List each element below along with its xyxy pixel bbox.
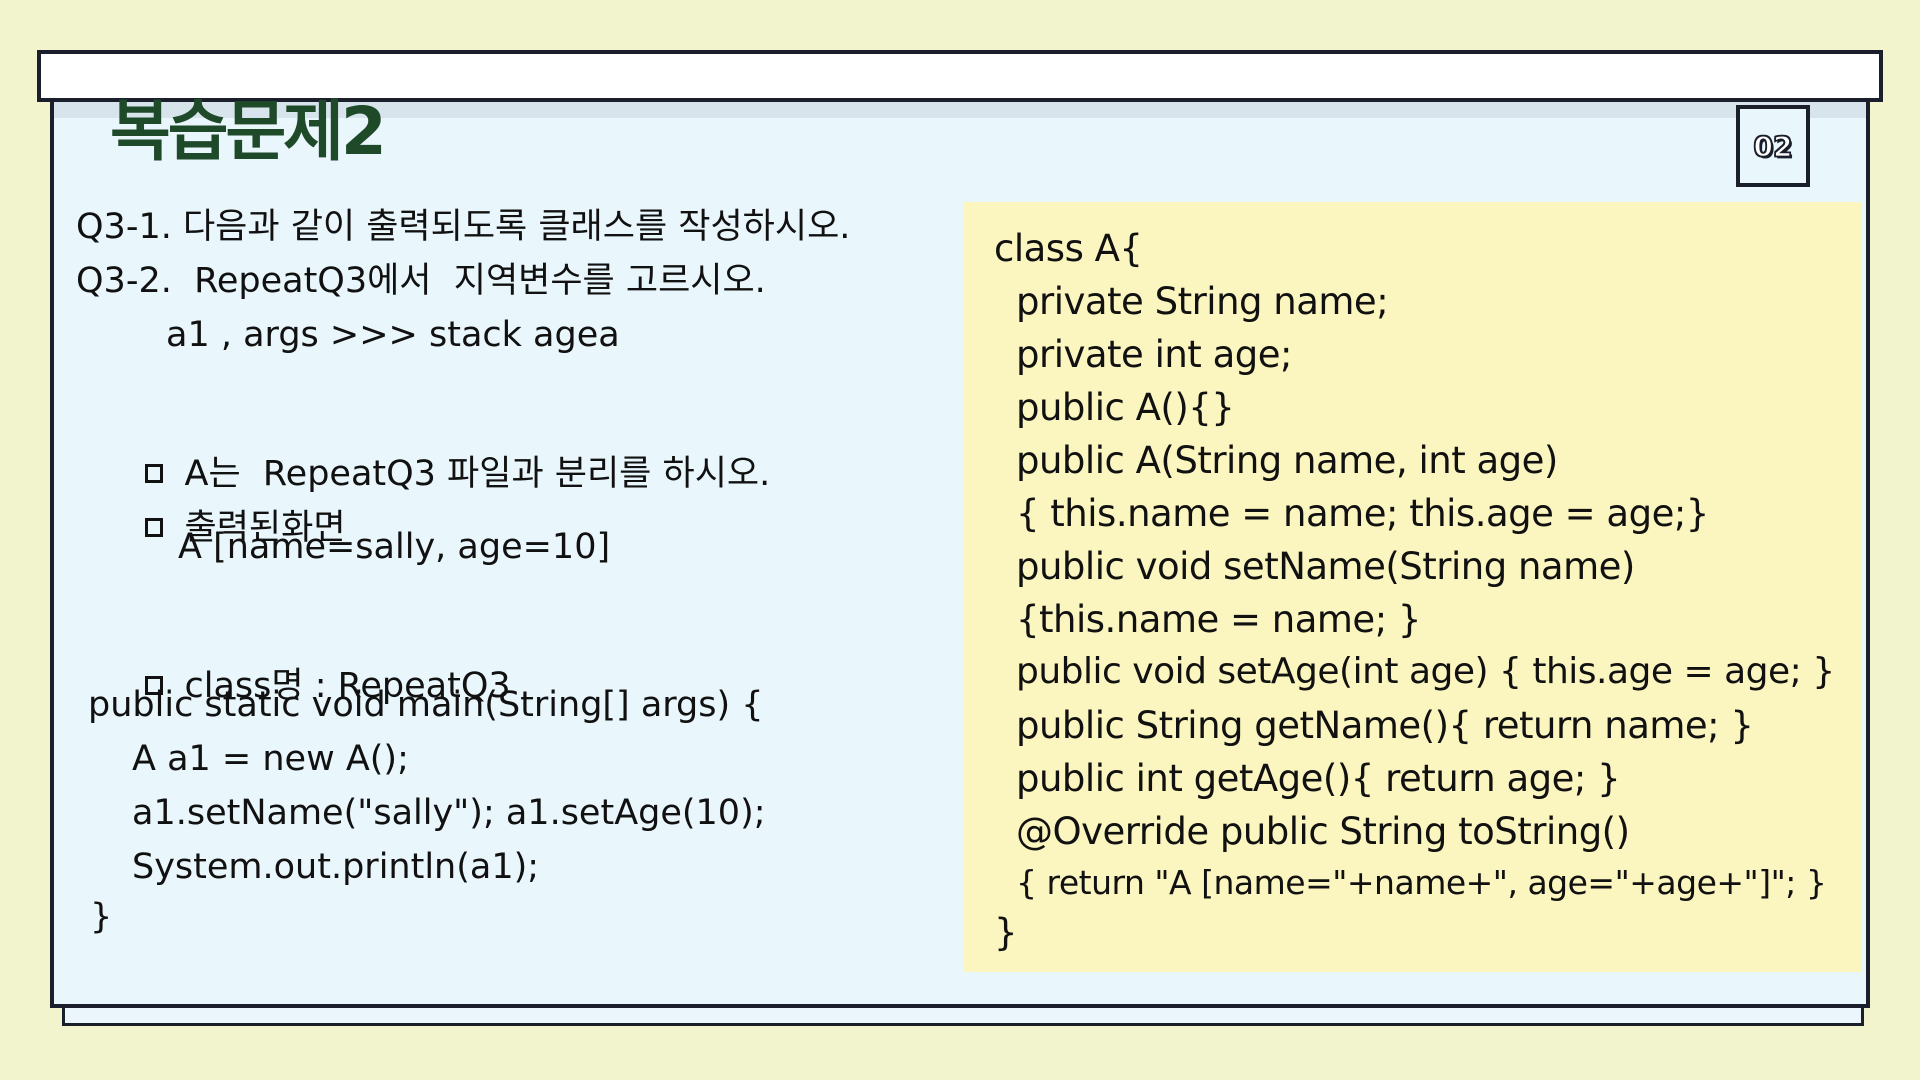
main-code-line: a1.setName("sally"); a1.setAge(10); xyxy=(132,793,766,833)
class-code-panel: class A{ private String name; private in… xyxy=(964,202,1862,972)
class-code-line: class A{ xyxy=(994,227,1143,270)
slide-number-badge: 02 xyxy=(1736,105,1810,187)
class-code-line: } xyxy=(994,911,1018,954)
class-code-line: @Override public String toString() xyxy=(1016,810,1630,853)
local-variables-answer: a1 , args >>> stack agea xyxy=(166,315,620,355)
class-code-line: { return "A [name="+name+", age="+age+"]… xyxy=(1016,863,1827,902)
slide-number: 02 xyxy=(1753,129,1793,164)
bullet-square-icon xyxy=(144,517,163,537)
main-code-line: } xyxy=(90,897,113,937)
slide-title: 복습문제2 xyxy=(110,93,387,170)
class-code-line: public void setAge(int age) { this.age =… xyxy=(1016,651,1835,692)
class-code-line: private int age; xyxy=(1016,333,1292,376)
class-code-line: public A(){} xyxy=(1016,386,1235,429)
question-3-1: Q3-1. 다음과 같이 출력되도록 클래스를 작성하시오. xyxy=(76,207,851,247)
class-code-line: {this.name = name; } xyxy=(1016,598,1421,641)
class-code-line: public String getName(){ return name; } xyxy=(1016,704,1754,747)
class-code-line: public void setName(String name) xyxy=(1016,545,1635,588)
class-code-line: private String name; xyxy=(1016,280,1389,323)
main-code-line: A a1 = new A(); xyxy=(132,739,409,779)
question-3-2: Q3-2. RepeatQ3에서 지역변수를 고르시오. xyxy=(76,261,766,301)
class-code-line: public A(String name, int age) xyxy=(1016,439,1558,482)
main-code-line: System.out.println(a1); xyxy=(132,847,540,887)
class-code-line: { this.name = name; this.age = age;} xyxy=(1016,492,1709,535)
main-code-line: public static void main(String[] args) { xyxy=(88,685,764,725)
class-code-line: public int getAge(){ return age; } xyxy=(1016,757,1621,800)
output-value: A [name=sally, age=10] xyxy=(178,527,611,567)
